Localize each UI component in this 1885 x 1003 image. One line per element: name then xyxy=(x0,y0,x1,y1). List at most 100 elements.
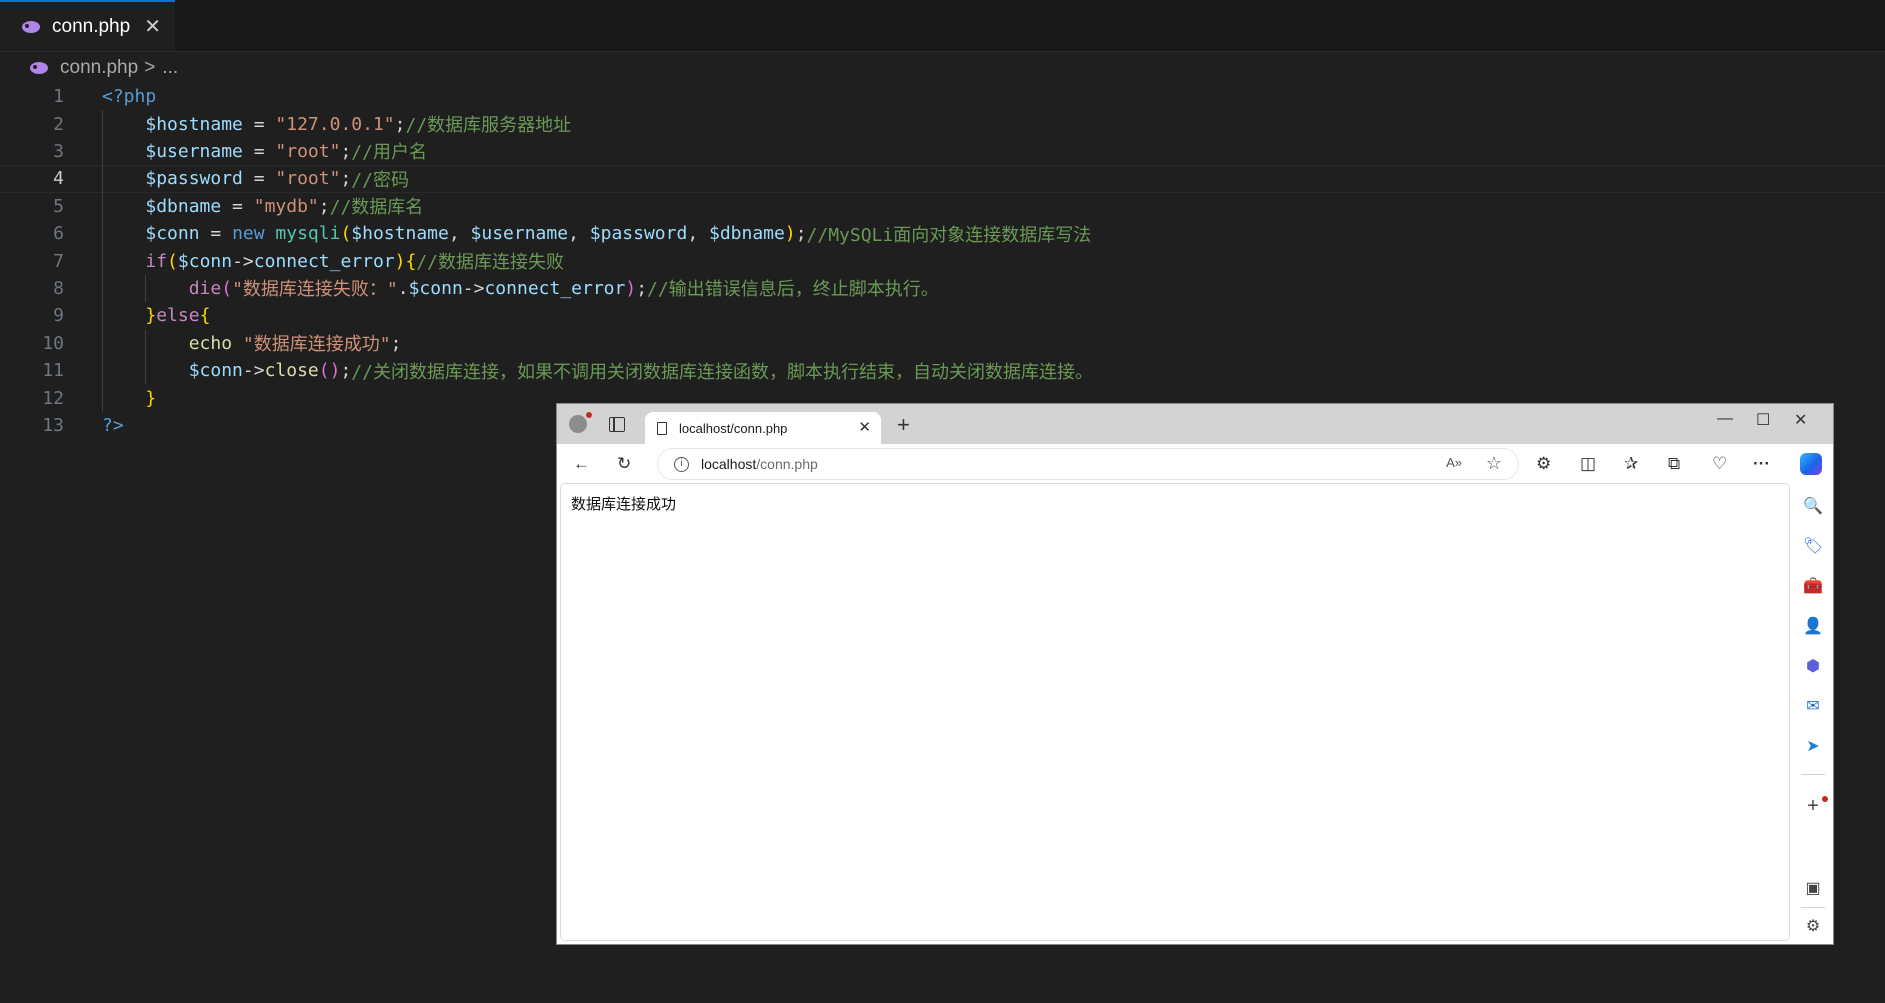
code-token: , xyxy=(568,223,590,245)
breadcrumb-more[interactable]: ... xyxy=(162,57,178,79)
line-number: 9 xyxy=(53,305,64,327)
back-icon[interactable]: ← xyxy=(573,454,590,474)
close-tab-icon[interactable]: ✕ xyxy=(858,418,871,436)
code-token: ( xyxy=(340,223,352,245)
page-content: 数据库连接成功 xyxy=(561,484,1789,940)
page-icon xyxy=(657,421,667,435)
new-tab-button[interactable]: + xyxy=(897,412,910,438)
outlook-icon[interactable]: ✉ xyxy=(1803,696,1823,716)
page-text: 数据库连接成功 xyxy=(571,495,677,513)
performance-icon[interactable]: ♡ xyxy=(1712,454,1727,474)
code-line[interactable]: 1 <?php xyxy=(0,83,1885,110)
close-window-button[interactable]: ✕ xyxy=(1794,410,1807,430)
code-token: ; xyxy=(636,277,648,299)
code-token: ; xyxy=(340,168,352,190)
code-text: if($conn -> connect_error){//数据库连接失败 xyxy=(102,248,564,274)
more-icon[interactable]: ··· xyxy=(1753,454,1770,474)
tab-conn-php[interactable]: conn.php ✕ xyxy=(0,0,175,51)
code-token: $username xyxy=(145,140,243,162)
code-text: $username = "root";//用户名 xyxy=(102,138,427,164)
info-icon[interactable]: i xyxy=(674,456,689,472)
code-token: = xyxy=(242,168,276,190)
code-line[interactable]: 8 die("数据库连接失败：". $conn -> connect_error); /… xyxy=(0,275,1885,302)
code-token: //MySQLi面向对象连接数据库写法 xyxy=(806,224,1092,246)
copilot-icon[interactable] xyxy=(1800,453,1822,475)
code-token: "root" xyxy=(275,168,341,190)
line-number: 6 xyxy=(53,223,64,245)
tab-actions-icon[interactable] xyxy=(609,417,625,432)
breadcrumb: conn.php > ... xyxy=(30,56,178,80)
code-line[interactable]: 6 $conn = new mysqli($hostname, $usernam… xyxy=(0,220,1885,247)
code-token: -> xyxy=(232,250,254,272)
screenshot-icon[interactable]: ▣ xyxy=(1803,878,1823,898)
code-token: ; xyxy=(390,332,402,354)
profile-avatar-icon[interactable] xyxy=(569,412,592,433)
office-icon[interactable]: ⬢ xyxy=(1803,656,1823,676)
code-token: ) xyxy=(784,223,796,245)
settings-gear-icon[interactable]: ⚙ xyxy=(1803,916,1823,936)
read-aloud-icon[interactable]: A» xyxy=(1446,455,1462,470)
code-line[interactable]: 4 $password = "root";//密码 xyxy=(0,165,1885,193)
code-line[interactable]: 2 $hostname = "127.0.0.1";//数据库服务器地址 xyxy=(0,110,1885,137)
code-token: $dbname xyxy=(709,223,785,245)
favorite-star-icon[interactable]: ☆ xyxy=(1486,453,1502,474)
add-icon[interactable]: + xyxy=(1803,795,1823,817)
line-number: 13 xyxy=(42,414,64,436)
extensions-icon[interactable]: ⚙ xyxy=(1536,454,1551,474)
code-token: ) xyxy=(394,250,406,272)
code-token: new xyxy=(232,223,265,245)
maximize-button[interactable]: ☐ xyxy=(1756,410,1770,430)
close-icon[interactable]: ✕ xyxy=(144,14,161,39)
code-token: . xyxy=(397,277,409,299)
line-number: 3 xyxy=(53,140,64,162)
favorites-icon[interactable]: ✰ xyxy=(1624,454,1638,474)
code-text: die("数据库连接失败：". $conn -> connect_error);//输… xyxy=(102,275,939,301)
send-icon[interactable]: ➤ xyxy=(1803,736,1823,756)
code-text: <?php xyxy=(102,86,156,107)
line-number: 1 xyxy=(53,86,64,108)
code-text: $conn = new mysqli($hostname, $username,… xyxy=(102,221,1091,247)
games-icon[interactable]: 👤 xyxy=(1803,616,1823,636)
refresh-icon[interactable]: ↻ xyxy=(617,454,631,474)
php-file-icon xyxy=(22,20,40,33)
code-token: "mydb" xyxy=(253,195,319,217)
code-token: mysqli xyxy=(275,223,341,245)
shopping-tag-icon[interactable]: 🏷 xyxy=(1803,536,1823,556)
chevron-right-icon: > xyxy=(144,57,156,78)
code-token: () xyxy=(318,360,341,382)
line-number: 8 xyxy=(53,277,64,299)
code-line[interactable]: 7 if($conn -> connect_error){//数据库连接失败 xyxy=(0,247,1885,274)
minimize-button[interactable]: — xyxy=(1717,410,1733,428)
code-line[interactable]: 9 } else{ xyxy=(0,302,1885,329)
code-text: $dbname = "mydb";//数据库名 xyxy=(102,193,423,219)
browser-tab[interactable]: localhost/conn.php ✕ xyxy=(645,412,881,444)
code-token: ; xyxy=(340,140,352,162)
tools-icon[interactable]: 🧰 xyxy=(1803,576,1823,596)
indent-guide xyxy=(145,329,147,385)
code-line[interactable]: 5 $dbname = "mydb";//数据库名 xyxy=(0,193,1885,220)
indent-guide xyxy=(145,274,147,303)
code-token: //数据库名 xyxy=(329,197,424,219)
code-line[interactable]: 11 $conn -> close();//关闭数据库连接，如果不调用关闭数据库连接… xyxy=(0,357,1885,384)
collections-icon[interactable]: ⧉ xyxy=(1668,454,1680,474)
code-line[interactable]: 10 echo "数据库连接成功"; xyxy=(0,330,1885,357)
code-token: //密码 xyxy=(351,169,409,191)
browser-tab-title: localhost/conn.php xyxy=(679,420,788,436)
address-host: localhost xyxy=(701,456,757,472)
code-text: ?> xyxy=(102,415,124,436)
code-token: $conn xyxy=(188,360,243,382)
tab-label: conn.php xyxy=(52,15,131,37)
code-text: echo "数据库连接成功"; xyxy=(102,330,402,356)
address-bar[interactable]: i localhost/conn.php A» ☆ xyxy=(658,449,1518,479)
code-token: $conn xyxy=(177,250,233,272)
code-line[interactable]: 3 $username = "root";//用户名 xyxy=(0,138,1885,165)
code-token: = xyxy=(221,195,254,217)
split-screen-icon[interactable]: ◫ xyxy=(1580,454,1596,474)
search-icon[interactable]: 🔍 xyxy=(1803,496,1823,516)
line-number: 5 xyxy=(53,195,64,217)
breadcrumb-file[interactable]: conn.php xyxy=(60,57,138,79)
